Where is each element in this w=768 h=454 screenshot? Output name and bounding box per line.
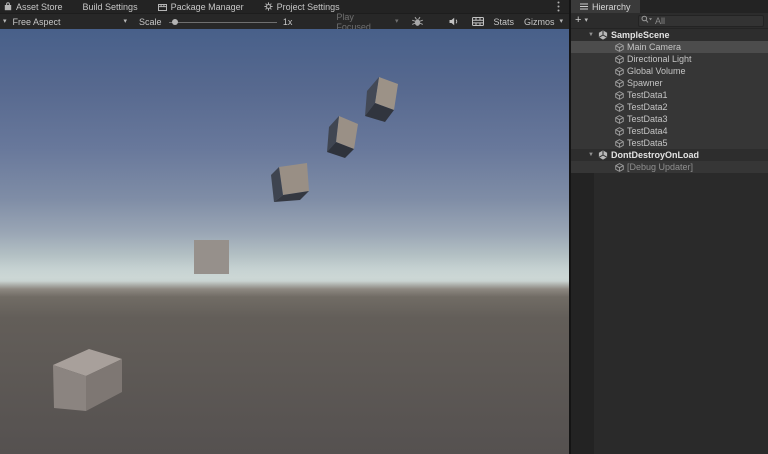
- hierarchy-item-testdata4[interactable]: TestData4: [571, 125, 768, 137]
- panel-menu-icon: [580, 2, 588, 12]
- package-icon: [158, 3, 167, 11]
- game-view-toolbar: ▾ Free Aspect ▾ Scale 1x Play Focused ▾: [0, 13, 569, 29]
- hierarchy-item-testdata5[interactable]: TestData5: [571, 137, 768, 149]
- aspect-dropdown[interactable]: ▾ Free Aspect ▾: [3, 17, 127, 27]
- falling-cube-3: [271, 163, 309, 202]
- gizmos-dropdown[interactable]: Gizmos ▾: [524, 17, 563, 27]
- gameobject-icon: [615, 115, 624, 124]
- gameobject-icon: [615, 103, 624, 112]
- hierarchy-item-label: [Debug Updater]: [627, 162, 693, 172]
- gameobject-icon: [615, 43, 624, 52]
- hierarchy-item-label: TestData1: [627, 90, 668, 100]
- gameobject-icon: [615, 79, 624, 88]
- chevron-down-icon: ▾: [395, 18, 399, 25]
- menu-item-label: Build Settings: [83, 2, 138, 12]
- hierarchy-item-testdata2[interactable]: TestData2: [571, 101, 768, 113]
- game-view-pane: Asset Store Build Settings Package Manager…: [0, 0, 569, 454]
- scene-icon: [598, 30, 608, 40]
- store-icon: [4, 2, 12, 11]
- hierarchy-item-label: TestData4: [627, 126, 668, 136]
- top-menu-items: Asset Store Build Settings Package Manager…: [3, 0, 350, 13]
- scene-icon: [598, 150, 608, 160]
- add-object-dropdown-icon[interactable]: ▾: [584, 17, 588, 24]
- menu-item-label: Asset Store: [16, 2, 63, 12]
- hierarchy-item-label: Main Camera: [627, 42, 681, 52]
- overflow-menu-icon[interactable]: [551, 1, 566, 12]
- scale-slider-handle[interactable]: [172, 19, 178, 25]
- scene-cubes: [0, 29, 569, 454]
- falling-cube-1: [365, 77, 398, 122]
- tab-hierarchy[interactable]: Hierarchy: [571, 0, 640, 13]
- hierarchy-tree: ▼ SampleScene Main Camera Directional Light…: [571, 29, 768, 173]
- chevron-down-icon: ▾: [124, 18, 128, 25]
- gameobject-icon: [615, 127, 624, 136]
- scale-slider[interactable]: [169, 14, 277, 30]
- scale-value: 1x: [283, 17, 293, 27]
- hierarchy-item-label: Spawner: [627, 78, 663, 88]
- hierarchy-item-main-camera[interactable]: Main Camera: [571, 41, 768, 53]
- debug-bug-icon[interactable]: [411, 16, 424, 28]
- search-placeholder: All: [655, 16, 665, 26]
- gameobject-icon: [615, 163, 624, 172]
- frame-capture-icon[interactable]: [472, 17, 484, 26]
- top-menu: Asset Store Build Settings Package Manager…: [0, 0, 569, 13]
- hierarchy-tab-bar: Hierarchy: [571, 0, 768, 13]
- gameobject-icon: [615, 91, 624, 100]
- hierarchy-item-label: SampleScene: [611, 30, 670, 40]
- chevron-down-icon: ▾: [559, 18, 563, 25]
- hierarchy-item-label: Global Volume: [627, 66, 686, 76]
- hierarchy-item-label: TestData2: [627, 102, 668, 112]
- hierarchy-item-label: DontDestroyOnLoad: [611, 150, 699, 160]
- menu-item-build-settings[interactable]: Build Settings: [73, 0, 148, 13]
- gameobject-icon: [615, 55, 624, 64]
- hierarchy-search-field[interactable]: All: [638, 15, 764, 27]
- gameobject-icon: [615, 139, 624, 148]
- menu-item-label: Project Settings: [277, 2, 340, 12]
- add-object-button[interactable]: +: [575, 15, 581, 26]
- falling-cube-2: [327, 116, 358, 158]
- scale-slider-track: [169, 22, 277, 23]
- display-dropdown-icon[interactable]: ▾: [3, 18, 7, 25]
- hierarchy-item-label: TestData3: [627, 114, 668, 124]
- foldout-icon[interactable]: ▼: [588, 152, 598, 158]
- ground-cube: [53, 349, 122, 411]
- hierarchy-item-directional-light[interactable]: Directional Light: [571, 53, 768, 65]
- hierarchy-item-label: Directional Light: [627, 54, 692, 64]
- hierarchy-toolbar: + ▾ All: [571, 13, 768, 29]
- hierarchy-item-testdata3[interactable]: TestData3: [571, 113, 768, 125]
- menu-item-label: Package Manager: [171, 2, 244, 12]
- hierarchy-item-samplescene[interactable]: ▼ SampleScene: [571, 29, 768, 41]
- menu-item-project-settings[interactable]: Project Settings: [254, 0, 350, 13]
- gizmos-label: Gizmos: [524, 17, 555, 27]
- hierarchy-item-label: TestData5: [627, 138, 668, 148]
- hierarchy-item-spawner[interactable]: Spawner: [571, 77, 768, 89]
- stats-button[interactable]: Stats: [493, 17, 514, 27]
- search-icon: [641, 15, 652, 26]
- horizon-cube: [194, 240, 229, 274]
- tab-hierarchy-label: Hierarchy: [592, 2, 631, 12]
- hierarchy-item-global-volume[interactable]: Global Volume: [571, 65, 768, 77]
- hierarchy-item-debug-updater[interactable]: [Debug Updater]: [571, 161, 768, 173]
- hierarchy-item-dontdestroyonload[interactable]: ▼ DontDestroyOnLoad: [571, 149, 768, 161]
- mute-audio-icon[interactable]: [449, 17, 460, 26]
- gameobject-icon: [615, 67, 624, 76]
- menu-item-asset-store[interactable]: Asset Store: [3, 0, 73, 13]
- hierarchy-item-testdata1[interactable]: TestData1: [571, 89, 768, 101]
- aspect-label: Free Aspect: [13, 17, 124, 27]
- foldout-icon[interactable]: ▼: [588, 32, 598, 38]
- hierarchy-empty-area[interactable]: [571, 173, 768, 454]
- gear-icon: [264, 2, 273, 11]
- scale-label: Scale: [139, 17, 162, 27]
- unity-editor-window: Asset Store Build Settings Package Manager…: [0, 0, 768, 454]
- game-view-canvas[interactable]: [0, 29, 569, 454]
- menu-item-package-manager[interactable]: Package Manager: [148, 0, 254, 13]
- hierarchy-panel: Hierarchy + ▾ All ▼ SampleScene Main Camer…: [569, 0, 768, 454]
